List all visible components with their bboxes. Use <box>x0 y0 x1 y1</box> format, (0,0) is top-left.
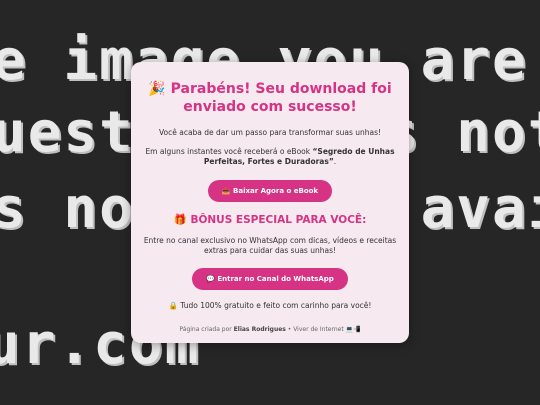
ebook-prefix: Em alguns instantes você receberá o eBoo… <box>145 147 313 156</box>
free-note: 🔒 Tudo 100% gratuito e feito com carinho… <box>141 301 399 311</box>
page-title: 🎉 Parabéns! Seu download foi enviado com… <box>141 80 399 116</box>
bonus-heading: 🎁 BÔNUS ESPECIAL PARA VOCÊ: <box>141 214 399 227</box>
ebook-suffix: . <box>333 157 337 166</box>
footer-author: Elias Rodrigues <box>233 326 286 333</box>
whatsapp-button-label: Entrar no Canal do WhatsApp <box>217 275 334 283</box>
success-card: 🎉 Parabéns! Seu download foi enviado com… <box>131 62 409 343</box>
lock-icon: 🔒 <box>168 301 178 310</box>
download-ebook-button[interactable]: 📥 Baixar Agora o eBook <box>207 180 333 202</box>
gift-icon: 🎁 <box>173 214 187 226</box>
footer-credit: Página criada por Elias Rodrigues • Vive… <box>141 326 399 334</box>
intro-text: Você acaba de dar um passo para transfor… <box>158 128 382 137</box>
download-button-label: Baixar Agora o eBook <box>233 187 319 195</box>
bonus-title: BÔNUS ESPECIAL PARA VOCÊ: <box>190 214 367 226</box>
free-text: Tudo 100% gratuito e feito com carinho p… <box>180 301 372 310</box>
title-text: Parabéns! Seu download foi enviado com s… <box>170 81 392 115</box>
speech-bubble-icon: 💬 <box>206 275 215 283</box>
ebook-text: Em alguns instantes você receberá o eBoo… <box>141 147 399 167</box>
bonus-text: Entre no canal exclusivo no WhatsApp com… <box>143 236 397 255</box>
footer-suffix: • Viver de Internet 💻📲 <box>285 326 361 333</box>
footer-prefix: Página criada por <box>179 326 234 333</box>
inbox-tray-icon: 📥 <box>221 187 231 195</box>
whatsapp-channel-button[interactable]: 💬 Entrar no Canal do WhatsApp <box>192 268 348 290</box>
party-icon: 🎉 <box>148 81 166 97</box>
